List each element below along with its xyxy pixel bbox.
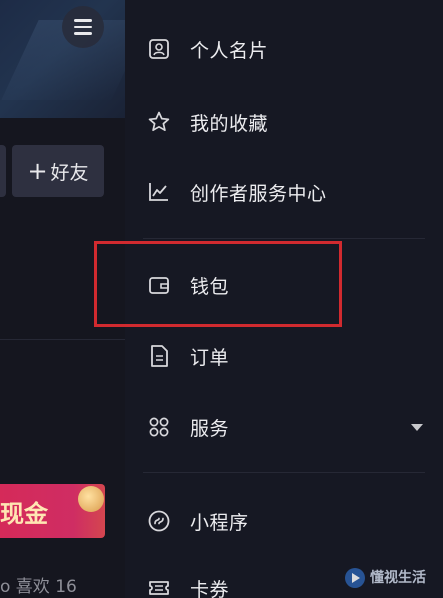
likes-count: o 喜欢 16 — [0, 577, 77, 597]
add-friend-label: 好友 — [50, 161, 89, 184]
mini-program-icon — [147, 509, 171, 533]
drawer-item-mini-programs[interactable]: 小程序 — [125, 493, 443, 549]
drawer-item-favorites[interactable]: 我的收藏 — [125, 94, 443, 150]
coupon-icon — [147, 576, 171, 598]
chevron-down-icon[interactable] — [411, 423, 423, 431]
star-icon — [147, 110, 171, 134]
drawer-item-services[interactable]: 服务 — [125, 399, 443, 455]
play-logo-icon — [344, 567, 366, 589]
menu-icon[interactable] — [62, 6, 104, 48]
drawer-item-creator-center[interactable]: 创作者服务中心 — [125, 164, 443, 220]
drawer-item-profile-card[interactable]: 个人名片 — [125, 21, 443, 77]
coin-icon — [78, 486, 104, 512]
drawer-item-label: 小程序 — [190, 511, 249, 534]
add-friend-button[interactable]: + 好友 — [12, 145, 104, 197]
drawer-item-label: 创作者服务中心 — [190, 182, 327, 205]
drawer-item-label: 订单 — [190, 346, 230, 369]
drawer-item-label: 服务 — [190, 417, 230, 440]
divider — [143, 472, 425, 473]
chart-line-icon — [147, 180, 171, 204]
drawer-item-orders[interactable]: 订单 — [125, 328, 443, 384]
id-card-icon — [147, 37, 171, 61]
divider — [143, 238, 425, 239]
grid-icon — [147, 415, 171, 439]
divider — [0, 339, 125, 340]
watermark-text: 懂视生活 — [370, 570, 426, 586]
drawer-item-label: 卡券 — [190, 578, 230, 598]
highlight-annotation — [94, 241, 342, 327]
document-icon — [147, 344, 171, 368]
app-root: + 好友 现金 o 喜欢 16 个人名片 我的收藏 创作者服务中心 钱包 订单 … — [0, 0, 443, 598]
profile-cover-image — [0, 0, 125, 118]
cash-banner[interactable]: 现金 — [0, 484, 105, 538]
banner-text: 现金 — [0, 500, 48, 528]
profile-action-button[interactable] — [0, 145, 6, 197]
plus-icon: + — [27, 157, 48, 185]
drawer-item-label: 我的收藏 — [190, 112, 269, 135]
watermark: 懂视生活 — [344, 560, 440, 596]
drawer-item-label: 个人名片 — [190, 39, 269, 62]
